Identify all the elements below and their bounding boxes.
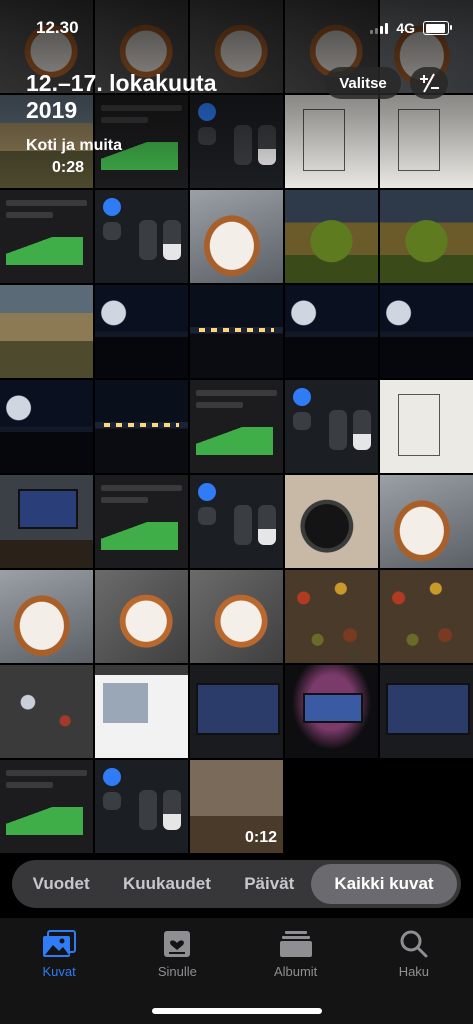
photo-thumbnail[interactable] (380, 570, 473, 663)
home-indicator (152, 1008, 322, 1014)
photo-thumbnail[interactable] (285, 285, 378, 378)
tab-search[interactable]: Haku (364, 918, 464, 1024)
photo-thumbnail[interactable] (95, 285, 188, 378)
segment-all-photos[interactable]: Kaikki kuvat (311, 864, 457, 904)
screenshot-thumbnail[interactable] (0, 760, 93, 853)
tab-label: Albumit (273, 964, 318, 979)
tab-label: Haku (398, 964, 430, 979)
photo-thumbnail[interactable] (285, 475, 378, 568)
photo-thumbnail[interactable] (0, 475, 93, 568)
photo-thumbnail[interactable] (285, 190, 378, 283)
photo-thumbnail[interactable] (0, 570, 93, 663)
photo-thumbnail[interactable] (285, 570, 378, 663)
screenshot-thumbnail[interactable] (190, 475, 283, 568)
photo-thumbnail[interactable] (0, 380, 93, 473)
photo-thumbnail[interactable] (0, 285, 93, 378)
screenshot-thumbnail[interactable] (95, 475, 188, 568)
photo-thumbnail[interactable] (190, 570, 283, 663)
empty-cell (380, 760, 473, 853)
plus-minus-icon (420, 73, 439, 93)
tab-photos[interactable]: Kuvat (9, 918, 109, 1024)
photo-thumbnail[interactable] (285, 665, 378, 758)
photo-thumbnail[interactable] (190, 285, 283, 378)
video-duration: 0:28 (52, 159, 85, 176)
photo-thumbnail[interactable] (95, 570, 188, 663)
signal-icon (370, 22, 389, 34)
photo-thumbnail[interactable] (380, 285, 473, 378)
photo-thumbnail[interactable] (380, 665, 473, 758)
photo-thumbnail[interactable] (190, 190, 283, 283)
status-indicators: 4G (370, 20, 452, 36)
search-icon (396, 928, 432, 960)
screenshot-thumbnail[interactable] (95, 760, 188, 853)
for-you-icon (159, 928, 195, 960)
video-duration: 0:12 (244, 829, 277, 846)
view-segmented-control: Vuodet Kuukaudet Päivät Kaikki kuvat (12, 860, 461, 908)
photo-thumbnail[interactable] (380, 475, 473, 568)
screenshot-thumbnail[interactable] (285, 380, 378, 473)
tab-label: Sinulle (157, 964, 197, 979)
video-thumbnail[interactable]: 0:12 (190, 760, 283, 853)
screenshot-thumbnail[interactable] (95, 190, 188, 283)
select-button[interactable]: Valitse (325, 67, 401, 99)
screenshot-thumbnail[interactable] (190, 380, 283, 473)
segment-years[interactable]: Vuodet (16, 864, 106, 904)
segment-months[interactable]: Kuukaudet (106, 864, 227, 904)
albums-icon (278, 928, 314, 960)
photo-thumbnail[interactable] (0, 665, 93, 758)
empty-cell (285, 760, 378, 853)
screenshot-thumbnail[interactable] (95, 665, 188, 758)
zoom-toggle-button[interactable] (410, 67, 448, 99)
network-label: 4G (396, 20, 415, 36)
battery-icon (423, 21, 452, 35)
photo-thumbnail[interactable] (190, 665, 283, 758)
tab-label: Kuvat (42, 964, 76, 979)
photo-thumbnail[interactable] (380, 190, 473, 283)
status-time: 12.30 (36, 18, 79, 37)
segment-days[interactable]: Päivät (228, 864, 311, 904)
photo-thumbnail[interactable] (95, 380, 188, 473)
photo-thumbnail[interactable] (380, 380, 473, 473)
photos-icon (41, 928, 77, 960)
location-subtitle: Koti ja muita (26, 137, 123, 154)
page-title: 12.–17. lokakuuta 2019 (26, 70, 217, 123)
screenshot-thumbnail[interactable] (0, 190, 93, 283)
